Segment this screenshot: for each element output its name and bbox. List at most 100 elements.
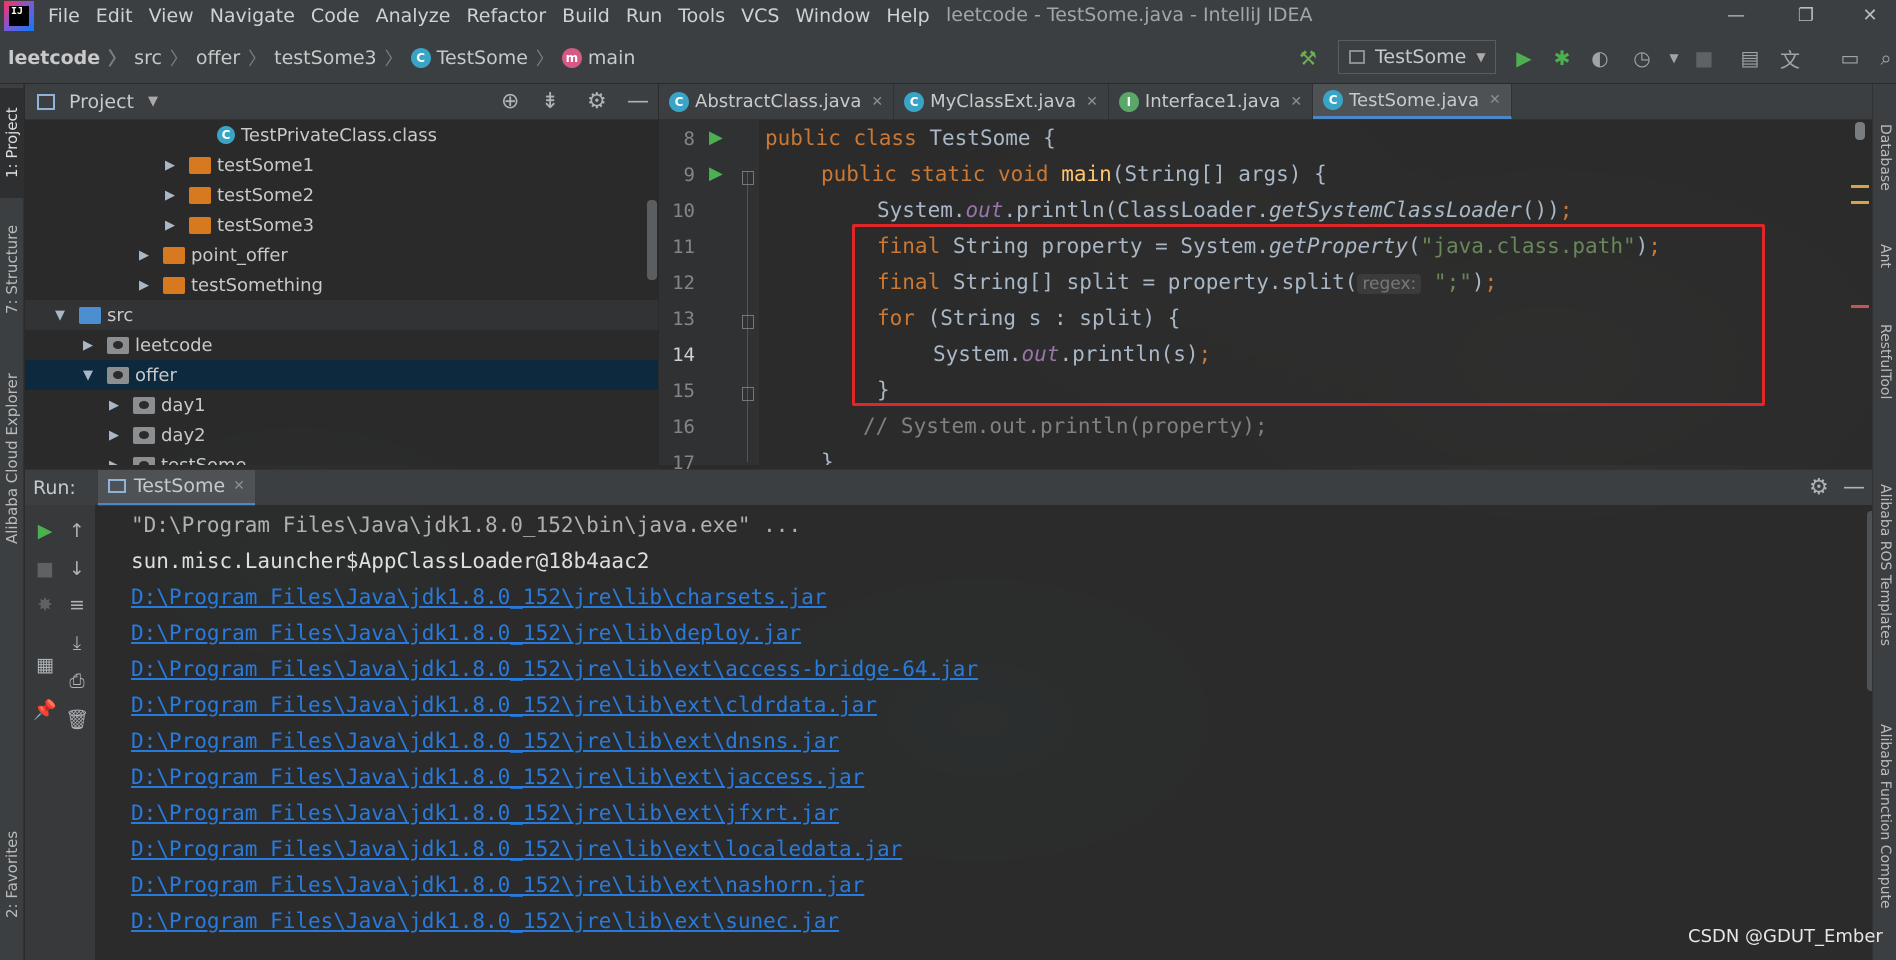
expand-arrow-icon[interactable]: ▶ <box>105 428 123 443</box>
expand-arrow-icon[interactable]: ▶ <box>135 278 153 293</box>
tree-item-testsome[interactable]: ▶ testSome <box>25 450 658 465</box>
menu-navigate[interactable]: Navigate <box>202 0 303 32</box>
console-scrollbar[interactable] <box>1867 511 1872 691</box>
tree-item-point-offer[interactable]: ▶ point_offer <box>25 240 658 270</box>
build-hammer-icon[interactable]: ⚒ <box>1294 44 1322 72</box>
close-tab-icon[interactable]: ✕ <box>1086 94 1098 110</box>
run-class-gutter-icon[interactable]: ▶ <box>709 127 723 148</box>
restore-layout-icon[interactable]: ▦ <box>31 651 59 679</box>
editor-scrollbar[interactable] <box>1855 122 1865 140</box>
close-tab-icon[interactable]: ✕ <box>871 94 883 110</box>
breadcrumb-testsome-class[interactable]: C TestSome 〉 <box>403 45 554 71</box>
expand-arrow-icon[interactable]: ▶ <box>161 188 179 203</box>
fold-marker-icon[interactable] <box>742 387 754 401</box>
fold-marker-icon[interactable] <box>742 315 754 329</box>
tree-item-testsome2[interactable]: ▶ testSome2 <box>25 180 658 210</box>
collapse-arrow-icon[interactable]: ▼ <box>79 368 97 383</box>
expand-arrow-icon[interactable]: ▶ <box>105 458 123 466</box>
menu-file[interactable]: File <box>40 0 88 32</box>
run-main-gutter-icon[interactable]: ▶ <box>709 163 723 184</box>
menu-analyze[interactable]: Analyze <box>368 0 459 32</box>
console-link[interactable]: D:\Program Files\Java\jdk1.8.0_152\jre\l… <box>131 651 978 687</box>
tab-testsome-java[interactable]: C TestSome.java ✕ <box>1313 84 1512 119</box>
scroll-up-icon[interactable]: ↑ <box>63 517 91 545</box>
print-icon[interactable]: ⎙ <box>63 667 91 695</box>
tree-item-src[interactable]: ▼ src <box>25 300 658 330</box>
close-window-button[interactable]: ✕ <box>1850 0 1890 30</box>
tab-interface1-java[interactable]: I Interface1.java ✕ <box>1109 84 1314 119</box>
console-link[interactable]: D:\Program Files\Java\jdk1.8.0_152\jre\l… <box>131 867 864 903</box>
menu-vcs[interactable]: VCS <box>733 0 787 32</box>
soft-wrap-icon[interactable]: ≡ <box>63 591 91 619</box>
profiler-icon[interactable]: ◷ <box>1628 44 1656 72</box>
stop-icon[interactable]: ■ <box>31 555 59 583</box>
collapse-arrow-icon[interactable]: ▼ <box>51 308 69 323</box>
tree-item-testsomething[interactable]: ▶ testSomething <box>25 270 658 300</box>
tab-alibaba-cloud-explorer[interactable]: Alibaba Cloud Explorer <box>0 334 24 584</box>
menu-code[interactable]: Code <box>303 0 368 32</box>
run-icon[interactable]: ▶ <box>1510 44 1538 72</box>
tree-item-testsome1[interactable]: ▶ testSome1 <box>25 150 658 180</box>
console-link[interactable]: D:\Program Files\Java\jdk1.8.0_152\jre\l… <box>131 759 864 795</box>
console-link[interactable]: D:\Program Files\Java\jdk1.8.0_152\jre\l… <box>131 615 801 651</box>
locate-target-icon[interactable]: ⊕ <box>501 89 519 114</box>
tree-item-leetcode[interactable]: ▶ leetcode <box>25 330 658 360</box>
tree-item-testsome3[interactable]: ▶ testSome3 <box>25 210 658 240</box>
console-link[interactable]: D:\Program Files\Java\jdk1.8.0_152\jre\l… <box>131 795 839 831</box>
menu-view[interactable]: View <box>141 0 202 32</box>
warning-marker[interactable] <box>1851 185 1869 188</box>
profiler-dropdown-icon[interactable]: ▼ <box>1660 44 1688 72</box>
expand-arrow-icon[interactable]: ▶ <box>161 218 179 233</box>
pin-icon[interactable]: 📌 <box>31 695 59 723</box>
console-link[interactable]: D:\Program Files\Java\jdk1.8.0_152\jre\l… <box>131 903 839 939</box>
run-tab-testsome[interactable]: TestSome ✕ <box>97 469 255 506</box>
tab-alibaba-function-compute[interactable]: Alibaba Function Compute <box>1873 724 1896 954</box>
collapse-all-icon[interactable]: ⇟ <box>541 89 559 114</box>
tab-database[interactable]: Database <box>1873 124 1896 204</box>
tab-alibaba-ros-templates[interactable]: Alibaba ROS Templates <box>1873 484 1896 734</box>
menu-build[interactable]: Build <box>554 0 618 32</box>
restore-button[interactable]: ❐ <box>1786 0 1826 30</box>
tree-item-day1[interactable]: ▶ day1 <box>25 390 658 420</box>
coverage-icon[interactable]: ◐ <box>1586 44 1614 72</box>
tree-item-offer[interactable]: ▼ offer <box>25 360 658 390</box>
breadcrumb-project[interactable]: leetcode 〉 <box>0 45 126 71</box>
console-line-command[interactable]: "D:\Program Files\Java\jdk1.8.0_152\bin\… <box>131 507 801 543</box>
tree-item-day2[interactable]: ▶ day2 <box>25 420 658 450</box>
menu-help[interactable]: Help <box>878 0 937 32</box>
tab-structure[interactable]: 7: Structure <box>0 214 24 324</box>
menu-refactor[interactable]: Refactor <box>458 0 554 32</box>
console-link[interactable]: D:\Program Files\Java\jdk1.8.0_152\jre\l… <box>131 831 902 867</box>
tab-myclassext-java[interactable]: C MyClassExt.java ✕ <box>894 84 1109 119</box>
translate-icon[interactable]: 文 <box>1776 44 1804 72</box>
rerun-icon[interactable]: ▶ <box>31 517 59 545</box>
tab-ant[interactable]: Ant <box>1873 244 1896 304</box>
debug-bug-icon[interactable]: ✱ <box>1548 44 1576 72</box>
tab-favorites[interactable]: 2: Favorites <box>0 814 24 934</box>
menu-edit[interactable]: Edit <box>88 0 141 32</box>
stop-icon[interactable]: ■ <box>1690 44 1718 72</box>
tab-restfultool[interactable]: RestfulTool <box>1873 324 1896 464</box>
breadcrumb-offer[interactable]: offer 〉 <box>188 45 266 71</box>
expand-arrow-icon[interactable]: ▶ <box>105 398 123 413</box>
error-marker[interactable] <box>1851 305 1869 308</box>
menu-tools[interactable]: Tools <box>670 0 733 32</box>
console-link[interactable]: D:\Program Files\Java\jdk1.8.0_152\jre\l… <box>131 723 839 759</box>
clear-trash-icon[interactable]: 🗑 <box>63 705 91 733</box>
project-structure-icon[interactable]: ▤ <box>1736 44 1764 72</box>
terminal-icon[interactable]: ▭ <box>1836 44 1864 72</box>
menu-window[interactable]: Window <box>787 0 878 32</box>
breadcrumb-main-method[interactable]: m main <box>554 47 635 69</box>
console-link[interactable]: D:\Program Files\Java\jdk1.8.0_152\jre\l… <box>131 687 877 723</box>
scroll-to-end-icon[interactable]: ⤓ <box>63 629 91 657</box>
close-tab-icon[interactable]: ✕ <box>1290 94 1302 110</box>
warning-marker[interactable] <box>1851 201 1869 204</box>
project-tree-scrollbar[interactable] <box>647 200 657 280</box>
run-configuration-select[interactable]: TestSome ▼ <box>1338 40 1496 74</box>
project-view-dropdown[interactable]: ▼ <box>148 94 158 109</box>
breadcrumb-testsome3[interactable]: testSome3 〉 <box>266 45 402 71</box>
run-hide-icon[interactable]: — <box>1843 475 1865 500</box>
search-icon[interactable]: ⌕ <box>1872 44 1896 72</box>
tab-abstractclass-java[interactable]: C AbstractClass.java ✕ <box>659 84 895 119</box>
breadcrumb-src[interactable]: src 〉 <box>126 45 188 71</box>
